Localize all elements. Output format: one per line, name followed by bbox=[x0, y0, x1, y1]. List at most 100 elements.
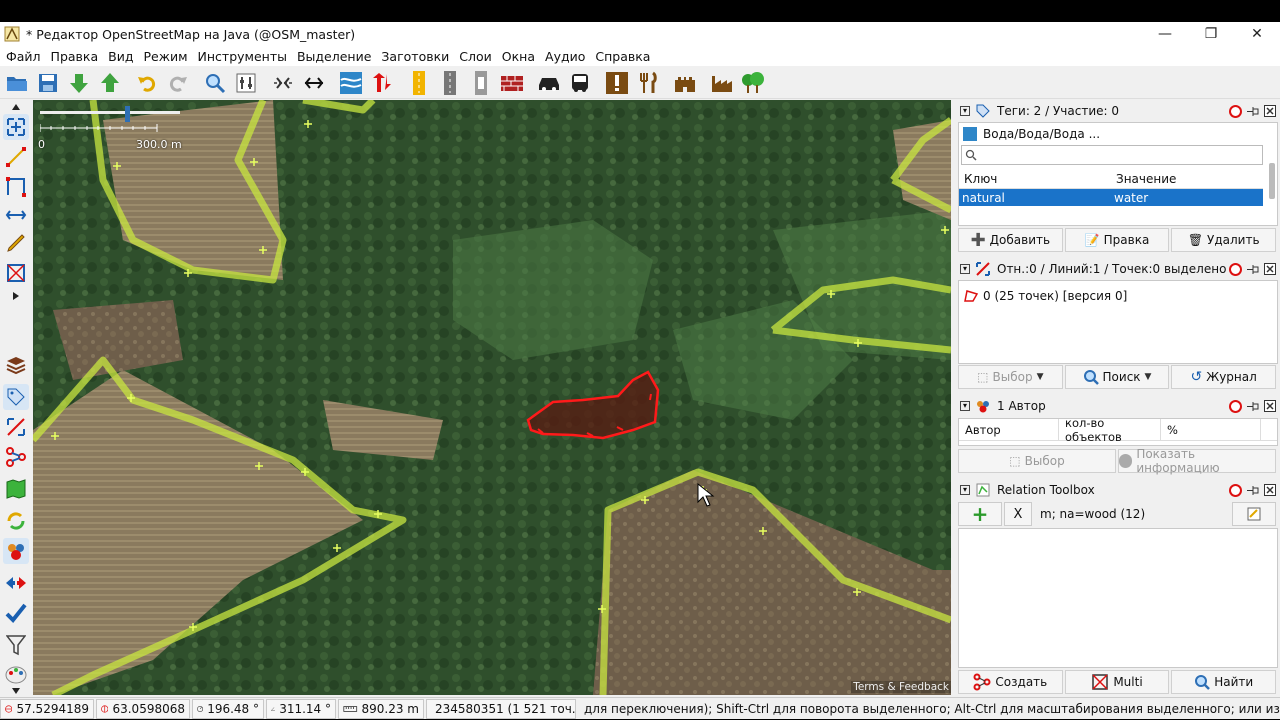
tag-value-cell[interactable]: water bbox=[1111, 189, 1263, 206]
restaurant-icon[interactable] bbox=[634, 69, 662, 97]
palette-icon[interactable] bbox=[3, 662, 29, 688]
collapse-icon[interactable]: ▾ bbox=[960, 264, 970, 274]
find-relation-button[interactable]: Найти bbox=[1171, 670, 1277, 694]
table-row[interactable]: natural water bbox=[959, 189, 1263, 206]
car-icon[interactable] bbox=[535, 69, 563, 97]
layers-icon[interactable] bbox=[3, 352, 29, 378]
download-icon[interactable] bbox=[65, 69, 93, 97]
menu-view[interactable]: Вид bbox=[104, 49, 139, 64]
pin-icon[interactable] bbox=[1246, 263, 1259, 276]
collapse-icon[interactable]: ▾ bbox=[960, 401, 970, 411]
parallel-mode-icon[interactable] bbox=[3, 202, 29, 228]
forest-icon[interactable] bbox=[739, 69, 767, 97]
selection-list-icon[interactable] bbox=[3, 414, 29, 440]
chevron-down-icon[interactable]: ▼ bbox=[1145, 372, 1152, 382]
distance-field[interactable]: 890.23 m bbox=[338, 698, 424, 719]
filter-icon[interactable] bbox=[3, 632, 29, 658]
pin-icon[interactable] bbox=[1246, 105, 1259, 118]
search-button[interactable]: Поиск ▼ bbox=[1064, 365, 1170, 389]
show-info-button[interactable]: Показать информацию bbox=[1118, 447, 1276, 475]
tag-search-input[interactable] bbox=[961, 145, 1263, 165]
close-panel-icon[interactable] bbox=[1263, 263, 1276, 276]
multipolygon-button[interactable]: Multi bbox=[1064, 670, 1170, 694]
create-relation-button[interactable]: Создать bbox=[958, 670, 1063, 694]
chevron-down-icon[interactable]: ▼ bbox=[1037, 372, 1044, 382]
list-item[interactable]: 0 (25 точек) [версия 0] bbox=[963, 289, 1127, 303]
close-panel-icon[interactable] bbox=[1263, 105, 1276, 118]
menu-layers[interactable]: Слои bbox=[455, 49, 498, 64]
save-icon[interactable] bbox=[34, 69, 62, 97]
menu-audio[interactable]: Аудио bbox=[541, 49, 591, 64]
collapse-icon[interactable]: ▾ bbox=[960, 485, 970, 495]
minimize-button[interactable]: — bbox=[1142, 22, 1188, 46]
help-icon[interactable] bbox=[1229, 262, 1242, 276]
pin-icon[interactable] bbox=[1246, 400, 1259, 413]
water-preset-icon[interactable] bbox=[337, 69, 365, 97]
barrier-icon[interactable] bbox=[498, 69, 526, 97]
way-id-field[interactable]: 234580351 (1 521 точ... bbox=[426, 698, 576, 719]
checkmark-icon[interactable] bbox=[3, 600, 29, 626]
terms-link[interactable]: Terms & Feedback bbox=[851, 681, 951, 693]
road-track-icon[interactable] bbox=[467, 69, 495, 97]
combine-way-icon[interactable] bbox=[269, 69, 297, 97]
delete-tag-button[interactable]: 🗑 Удалить bbox=[1171, 228, 1277, 252]
tag-key-cell[interactable]: natural bbox=[959, 189, 1111, 206]
scroll-down-icon[interactable] bbox=[3, 686, 29, 696]
maximize-button[interactable]: ❐ bbox=[1188, 22, 1234, 46]
pin-icon[interactable] bbox=[1246, 484, 1259, 497]
map-view[interactable]: 0 300.0 m Terms & Feedback bbox=[33, 100, 951, 695]
tags-icon[interactable] bbox=[3, 384, 29, 410]
extrude-icon[interactable] bbox=[3, 260, 29, 286]
menu-windows[interactable]: Окна bbox=[498, 49, 541, 64]
road-grey-icon[interactable] bbox=[436, 69, 464, 97]
latitude-field[interactable]: 57.5294189 bbox=[0, 698, 94, 719]
key-column-header[interactable]: Ключ bbox=[959, 169, 1111, 188]
edit-tag-button[interactable]: 📝 Правка bbox=[1064, 228, 1170, 252]
more-tools-arrow-icon[interactable] bbox=[3, 290, 29, 302]
castle-icon[interactable] bbox=[671, 69, 699, 97]
select-mode-icon[interactable] bbox=[3, 114, 29, 140]
redo-icon[interactable] bbox=[164, 69, 192, 97]
angle-field[interactable]: 311.14 ° bbox=[266, 698, 336, 719]
author-column-header[interactable]: Автор bbox=[959, 419, 1059, 440]
preset-link[interactable]: Вода/Вода/Вода ... bbox=[963, 127, 1100, 141]
select-button[interactable]: ⬚ Выбор ▼ bbox=[958, 365, 1063, 389]
split-way-icon[interactable] bbox=[300, 69, 328, 97]
count-column-header[interactable]: кол-во объектов bbox=[1059, 416, 1161, 444]
menu-file[interactable]: Файл bbox=[2, 49, 47, 64]
author-select-button[interactable]: ⬚ Выбор bbox=[958, 449, 1116, 473]
attention-icon[interactable] bbox=[603, 69, 631, 97]
remove-from-relation-button[interactable]: X bbox=[1004, 502, 1032, 526]
zoom-icon[interactable] bbox=[201, 69, 229, 97]
percent-column-header[interactable]: % bbox=[1161, 419, 1261, 440]
menu-tools[interactable]: Инструменты bbox=[194, 49, 293, 64]
open-folder-icon[interactable] bbox=[3, 69, 31, 97]
bus-icon[interactable] bbox=[566, 69, 594, 97]
preferences-icon[interactable] bbox=[232, 69, 260, 97]
help-icon[interactable] bbox=[1229, 483, 1242, 497]
close-panel-icon[interactable] bbox=[1263, 484, 1276, 497]
longitude-field[interactable]: 63.0598068 bbox=[96, 698, 190, 719]
help-icon[interactable] bbox=[1229, 104, 1242, 118]
close-button[interactable]: ✕ bbox=[1234, 22, 1280, 46]
industrial-icon[interactable] bbox=[708, 69, 736, 97]
authors-icon[interactable] bbox=[3, 538, 29, 564]
close-panel-icon[interactable] bbox=[1263, 400, 1276, 413]
scroll-up-icon[interactable] bbox=[3, 102, 29, 112]
heading-field[interactable]: 196.48 ° bbox=[192, 698, 264, 719]
road-yellow-icon[interactable] bbox=[405, 69, 433, 97]
reverse-way-icon[interactable] bbox=[368, 69, 396, 97]
upload-icon[interactable] bbox=[96, 69, 124, 97]
add-tag-button[interactable]: ✚ Добавить bbox=[958, 228, 1063, 252]
chosen-relation-label[interactable]: m; na=wood (12) bbox=[1040, 507, 1232, 521]
menu-help[interactable]: Справка bbox=[591, 49, 656, 64]
pencil-icon[interactable] bbox=[3, 230, 29, 256]
add-to-relation-button[interactable]: + bbox=[958, 502, 1002, 526]
edit-relation-icon[interactable] bbox=[1232, 502, 1276, 526]
menu-selection[interactable]: Выделение bbox=[293, 49, 377, 64]
scale-slider[interactable] bbox=[40, 106, 190, 136]
tags-scrollbar[interactable] bbox=[1269, 163, 1275, 199]
history-button[interactable]: ↺ Журнал bbox=[1171, 365, 1277, 389]
conflict-icon[interactable] bbox=[3, 570, 29, 596]
validator-icon[interactable] bbox=[3, 508, 29, 534]
